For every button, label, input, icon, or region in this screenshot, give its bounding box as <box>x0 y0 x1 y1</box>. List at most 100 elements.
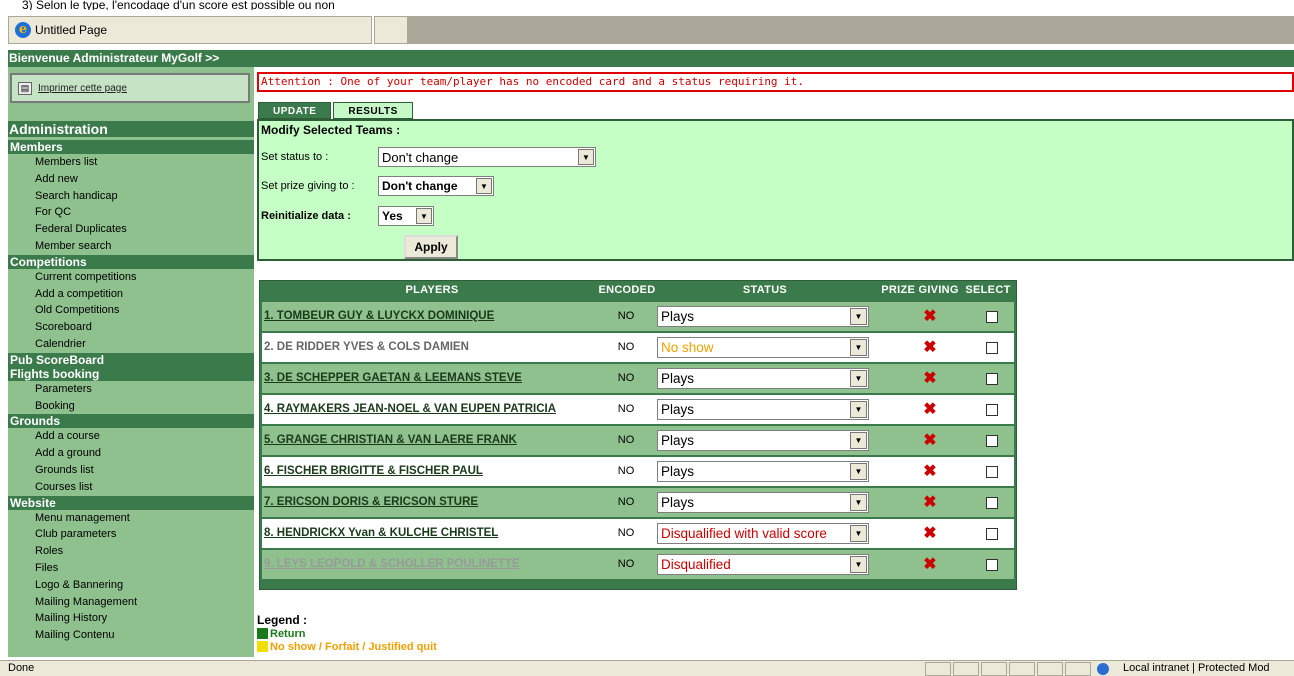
player-name-link[interactable]: 3. DE SCHEPPER GAETAN & LEEMANS STEVE <box>264 364 522 393</box>
player-name-link[interactable]: 8. HENDRICKX Yvan & KULCHE CHRISTEL <box>264 519 498 548</box>
menu-section-title[interactable]: Competitions <box>8 254 254 269</box>
encoded-value: NO <box>617 496 635 508</box>
player-name-link[interactable]: 5. GRANGE CHRISTIAN & VAN LAERE FRANK <box>264 426 517 455</box>
status-select[interactable]: Plays ▼ <box>657 306 869 327</box>
sidebar-menu-item[interactable]: Mailing Contenu <box>8 627 254 644</box>
chevron-down-icon: ▼ <box>850 463 867 480</box>
prize-giving-icon[interactable]: ✖ <box>920 333 940 362</box>
prize-giving-icon[interactable]: ✖ <box>920 395 940 424</box>
sidebar-menu-item[interactable]: Current competitions <box>8 269 254 286</box>
status-select-value: Plays <box>661 309 695 324</box>
prize-giving-icon[interactable]: ✖ <box>920 457 940 486</box>
status-select[interactable]: No show ▼ <box>657 337 869 358</box>
select-checkbox[interactable] <box>986 435 998 447</box>
legend-item-label: No show / Forfait / Justified quit <box>270 640 437 653</box>
sidebar-menu-item[interactable]: Files <box>8 560 254 577</box>
print-page-box[interactable]: ▤ Imprimer cette page <box>10 73 250 103</box>
player-name-link[interactable]: 9. LEYS LEOPOLD & SCHOLLER POULINETTE <box>264 550 520 579</box>
status-select-value: Disqualified with valid score <box>661 526 827 541</box>
prize-giving-icon[interactable]: ✖ <box>920 364 940 393</box>
sidebar-menu-item[interactable]: Add new <box>8 171 254 188</box>
sidebar-menu-item[interactable]: Member search <box>8 238 254 255</box>
sidebar-menu-item[interactable]: Calendrier <box>8 336 254 353</box>
encoded-value: NO <box>617 341 635 353</box>
browser-tab[interactable]: e Untitled Page <box>8 16 372 44</box>
status-select[interactable]: Disqualified with valid score ▼ <box>657 523 869 544</box>
prize-giving-icon[interactable]: ✖ <box>920 426 940 455</box>
sidebar-menu-item[interactable]: For QC <box>8 204 254 221</box>
menu-section-title[interactable]: Flights booking <box>8 366 254 381</box>
status-select[interactable]: Disqualified ▼ <box>657 554 869 575</box>
new-tab-button[interactable] <box>374 16 408 44</box>
select-checkbox[interactable] <box>986 559 998 571</box>
status-select-value: Plays <box>661 433 695 448</box>
legend-item-return: Return <box>257 627 437 640</box>
chevron-down-icon: ▼ <box>476 178 492 194</box>
reinit-select[interactable]: Yes ▼ <box>378 206 434 226</box>
select-checkbox[interactable] <box>986 528 998 540</box>
player-name-link[interactable]: 7. ERICSON DORIS & ERICSON STURE <box>264 488 478 517</box>
prize-giving-icon[interactable]: ✖ <box>920 550 940 579</box>
tab-results-label: Results <box>348 106 398 117</box>
table-row: 2. DE RIDDER YVES & COLS DAMIEN NO No show… <box>262 333 1014 362</box>
tab-update[interactable]: Update <box>258 102 332 119</box>
status-select[interactable]: Plays ▼ <box>657 430 869 451</box>
sidebar-menu-item[interactable]: Roles <box>8 543 254 560</box>
select-checkbox[interactable] <box>986 373 998 385</box>
select-checkbox[interactable] <box>986 311 998 323</box>
status-select[interactable]: Plays ▼ <box>657 399 869 420</box>
sidebar-menu-item[interactable]: Mailing History <box>8 610 254 627</box>
prize-giving-icon[interactable]: ✖ <box>920 488 940 517</box>
status-label: Set status to : <box>261 151 329 163</box>
header-prize: Prize Giving <box>881 284 959 296</box>
sidebar-menu-item[interactable]: Add a ground <box>8 445 254 462</box>
status-select[interactable]: Plays ▼ <box>657 368 869 389</box>
menu-section-title[interactable]: Pub ScoreBoard <box>8 352 254 367</box>
menu-section-title[interactable]: Website <box>8 495 254 510</box>
select-checkbox[interactable] <box>986 404 998 416</box>
sidebar-menu-item[interactable]: Add a competition <box>8 286 254 303</box>
player-name-link[interactable]: 6. FISCHER BRIGITTE & FISCHER PAUL <box>264 457 483 486</box>
chevron-down-icon: ▼ <box>850 432 867 449</box>
chevron-down-icon: ▼ <box>850 494 867 511</box>
sidebar-menu-item[interactable]: Courses list <box>8 479 254 496</box>
chevron-down-icon: ▼ <box>850 339 867 356</box>
sidebar-menu-item[interactable]: Grounds list <box>8 462 254 479</box>
security-zone: Local intranet | Protected Mod <box>1097 661 1270 676</box>
apply-button[interactable]: Apply <box>404 235 458 259</box>
select-checkbox[interactable] <box>986 497 998 509</box>
sidebar-menu-item[interactable]: Federal Duplicates <box>8 221 254 238</box>
player-name-link[interactable]: 4. RAYMAKERS JEAN-NOEL & VAN EUPEN PATRI… <box>264 395 556 424</box>
select-checkbox[interactable] <box>986 342 998 354</box>
table-row: 1. TOMBEUR GUY & LUYCKX DOMINIQUE NO Plays… <box>262 302 1014 331</box>
prize-giving-icon[interactable]: ✖ <box>920 302 940 331</box>
status-segment <box>925 662 951 676</box>
status-select[interactable]: Plays ▼ <box>657 461 869 482</box>
table-row: 8. HENDRICKX Yvan & KULCHE CHRISTEL NO Dis… <box>262 519 1014 548</box>
prize-select[interactable]: Don't change ▼ <box>378 176 494 196</box>
sidebar-menu-item[interactable]: Parameters <box>8 381 254 398</box>
status-select[interactable]: Don't change ▼ <box>378 147 596 167</box>
encoded-value: NO <box>617 372 635 384</box>
player-name-link[interactable]: 1. TOMBEUR GUY & LUYCKX DOMINIQUE <box>264 302 494 331</box>
sidebar-menu-item[interactable]: Logo & Bannering <box>8 577 254 594</box>
menu-section-title[interactable]: Grounds <box>8 414 254 429</box>
status-select[interactable]: Plays ▼ <box>657 492 869 513</box>
sidebar-menu-item[interactable]: Members list <box>8 154 254 171</box>
tab-results[interactable]: Results <box>333 102 413 119</box>
security-zone-label: Local intranet | Protected Mod <box>1123 662 1270 674</box>
sidebar-menu-item[interactable]: Old Competitions <box>8 302 254 319</box>
prize-giving-icon[interactable]: ✖ <box>920 519 940 548</box>
menu-section-title[interactable]: Members <box>8 140 254 154</box>
sidebar-menu-item[interactable]: Search handicap <box>8 188 254 205</box>
sidebar-menu-item[interactable]: Mailing Management <box>8 594 254 611</box>
status-select-value: No show <box>661 340 714 355</box>
sidebar-menu-item[interactable]: Club parameters <box>8 526 254 543</box>
table-row: 6. FISCHER BRIGITTE & FISCHER PAUL NO Play… <box>262 457 1014 486</box>
sidebar-menu-item[interactable]: Booking <box>8 398 254 415</box>
print-page-link[interactable]: Imprimer cette page <box>38 83 127 94</box>
sidebar-menu-item[interactable]: Add a course <box>8 428 254 445</box>
select-checkbox[interactable] <box>986 466 998 478</box>
sidebar-menu-item[interactable]: Scoreboard <box>8 319 254 336</box>
sidebar-menu-item[interactable]: Menu management <box>8 510 254 527</box>
